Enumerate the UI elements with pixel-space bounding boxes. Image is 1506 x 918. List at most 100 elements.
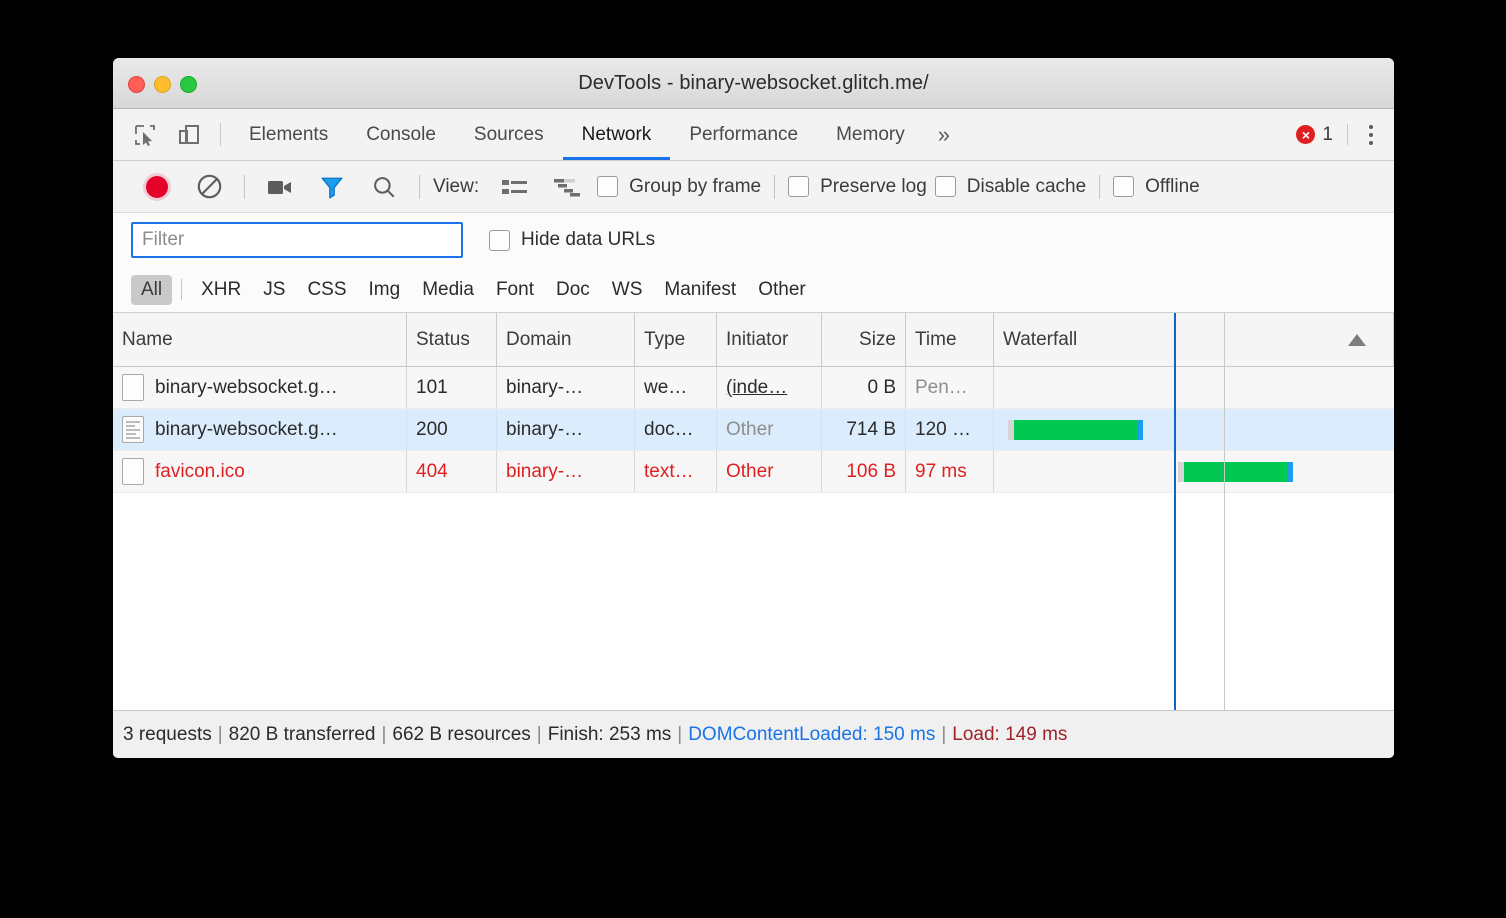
status-dom-content-loaded[interactable]: DOMContentLoaded: 150 ms [688,724,935,746]
group-by-frame-checkbox[interactable]: Group by frame [593,176,765,198]
column-header-type[interactable]: Type [635,313,717,366]
table-row[interactable]: favicon.ico 404 binary-… text… Other 106… [113,451,1394,493]
tab-network[interactable]: Network [563,109,671,160]
more-options-icon[interactable] [1348,109,1394,160]
column-header-time[interactable]: Time [906,313,994,366]
toolbar-divider [244,175,245,199]
filter-chip-other[interactable]: Other [748,275,816,305]
filter-input[interactable] [131,222,463,258]
error-count-label: 1 [1322,124,1333,146]
window-title-bar: DevTools - binary-websocket.glitch.me/ [113,58,1394,109]
error-icon: × [1296,125,1315,144]
table-row[interactable]: binary-websocket.g… 101 binary-… we… (in… [113,367,1394,409]
clear-button[interactable] [183,161,235,213]
column-header-initiator[interactable]: Initiator [717,313,822,366]
more-tabs-label: » [938,122,950,148]
dom-content-loaded-marker [1174,313,1176,710]
chip-divider [181,279,182,300]
status-load[interactable]: Load: 149 ms [952,724,1067,746]
disable-cache-checkbox[interactable]: Disable cache [931,176,1090,198]
filter-chip-ws[interactable]: WS [602,275,653,305]
devtools-window: DevTools - binary-websocket.glitch.me/ E… [113,58,1394,758]
list-view-icon [501,177,529,197]
cell-domain: binary-… [497,451,635,492]
filter-chip-css[interactable]: CSS [297,275,356,305]
checkbox-box [1113,176,1134,197]
devtools-tab-bar: Elements Console Sources Network Perform… [113,109,1394,161]
capture-screenshots-button[interactable] [254,161,306,213]
zoom-button[interactable] [180,76,197,93]
waterfall-view-button[interactable] [541,161,593,213]
device-toolbar-icon[interactable] [167,109,211,160]
waterfall-view-icon [553,177,581,197]
table-header-row: Name Status Domain Type Initiator Size T… [113,313,1394,367]
kebab-dot [1369,133,1373,137]
preserve-log-checkbox[interactable]: Preserve log [784,176,931,198]
cell-type: doc… [635,409,717,450]
filter-chip-js[interactable]: JS [253,275,295,305]
tab-bar-spacer [964,109,1296,160]
filter-chip-media-label: Media [422,279,474,300]
blank-page-icon [122,458,144,485]
list-view-button[interactable] [489,161,541,213]
sort-ascending-icon [1348,334,1366,346]
column-header-domain[interactable]: Domain [497,313,635,366]
disable-cache-label: Disable cache [967,176,1086,198]
checkbox-box [489,230,510,251]
minimize-button[interactable] [154,76,171,93]
record-button[interactable] [131,161,183,213]
filter-chip-all[interactable]: All [131,275,172,305]
filter-chip-media[interactable]: Media [412,275,484,305]
kebab-dot [1369,125,1373,129]
filter-chip-xhr-label: XHR [201,279,241,300]
filter-chip-js-label: JS [263,279,285,300]
filter-chip-img[interactable]: Img [359,275,411,305]
tab-console[interactable]: Console [347,109,455,160]
filter-chip-manifest[interactable]: Manifest [654,275,746,305]
network-toolbar: View: Group by frame Pr [113,161,1394,213]
filter-row: Hide data URLs [113,213,1394,267]
cell-type: we… [635,367,717,408]
offline-checkbox[interactable]: Offline [1109,176,1204,198]
column-header-size[interactable]: Size [822,313,906,366]
table-row[interactable]: binary-websocket.g… 200 binary-… doc… Ot… [113,409,1394,451]
column-header-name[interactable]: Name [113,313,407,366]
status-separator: | [375,724,392,746]
tab-performance-label: Performance [689,124,798,146]
column-header-status[interactable]: Status [407,313,497,366]
resource-type-filters: All XHR JS CSS Img Media Font Doc WS Man… [113,267,1394,313]
filter-chip-font-label: Font [496,279,534,300]
cell-waterfall [994,367,1394,408]
cell-name: binary-websocket.g… [113,367,407,408]
waterfall-bar [1178,462,1293,482]
checkbox-box [597,176,618,197]
kebab-dot [1369,141,1373,145]
more-tabs-icon[interactable]: » [924,109,964,160]
filter-button[interactable] [306,161,358,213]
cell-initiator[interactable]: (inde… [717,367,822,408]
waterfall-download-segment [1184,462,1287,482]
tab-sources[interactable]: Sources [455,109,563,160]
waterfall-tail-segment [1137,420,1143,440]
waterfall-bar [1008,420,1143,440]
cell-initiator: Other [717,451,822,492]
column-header-waterfall[interactable]: Waterfall [994,313,1394,366]
toolbar-divider [774,175,775,199]
filter-chip-other-label: Other [758,279,806,300]
tab-elements[interactable]: Elements [230,109,347,160]
tab-memory[interactable]: Memory [817,109,924,160]
inspect-element-icon[interactable] [123,109,167,160]
hide-data-urls-checkbox[interactable]: Hide data URLs [489,229,655,251]
search-button[interactable] [358,161,410,213]
error-count-badge[interactable]: × 1 [1296,109,1347,160]
camera-icon [266,176,294,198]
filter-chip-font[interactable]: Font [486,275,544,305]
tab-performance[interactable]: Performance [670,109,817,160]
clear-icon [196,173,223,200]
tab-bar-divider [220,123,221,146]
filter-chip-doc[interactable]: Doc [546,275,600,305]
close-button[interactable] [128,76,145,93]
filter-chip-xhr[interactable]: XHR [191,275,251,305]
status-finish: Finish: 253 ms [548,724,672,746]
hide-data-urls-label: Hide data URLs [521,229,655,251]
